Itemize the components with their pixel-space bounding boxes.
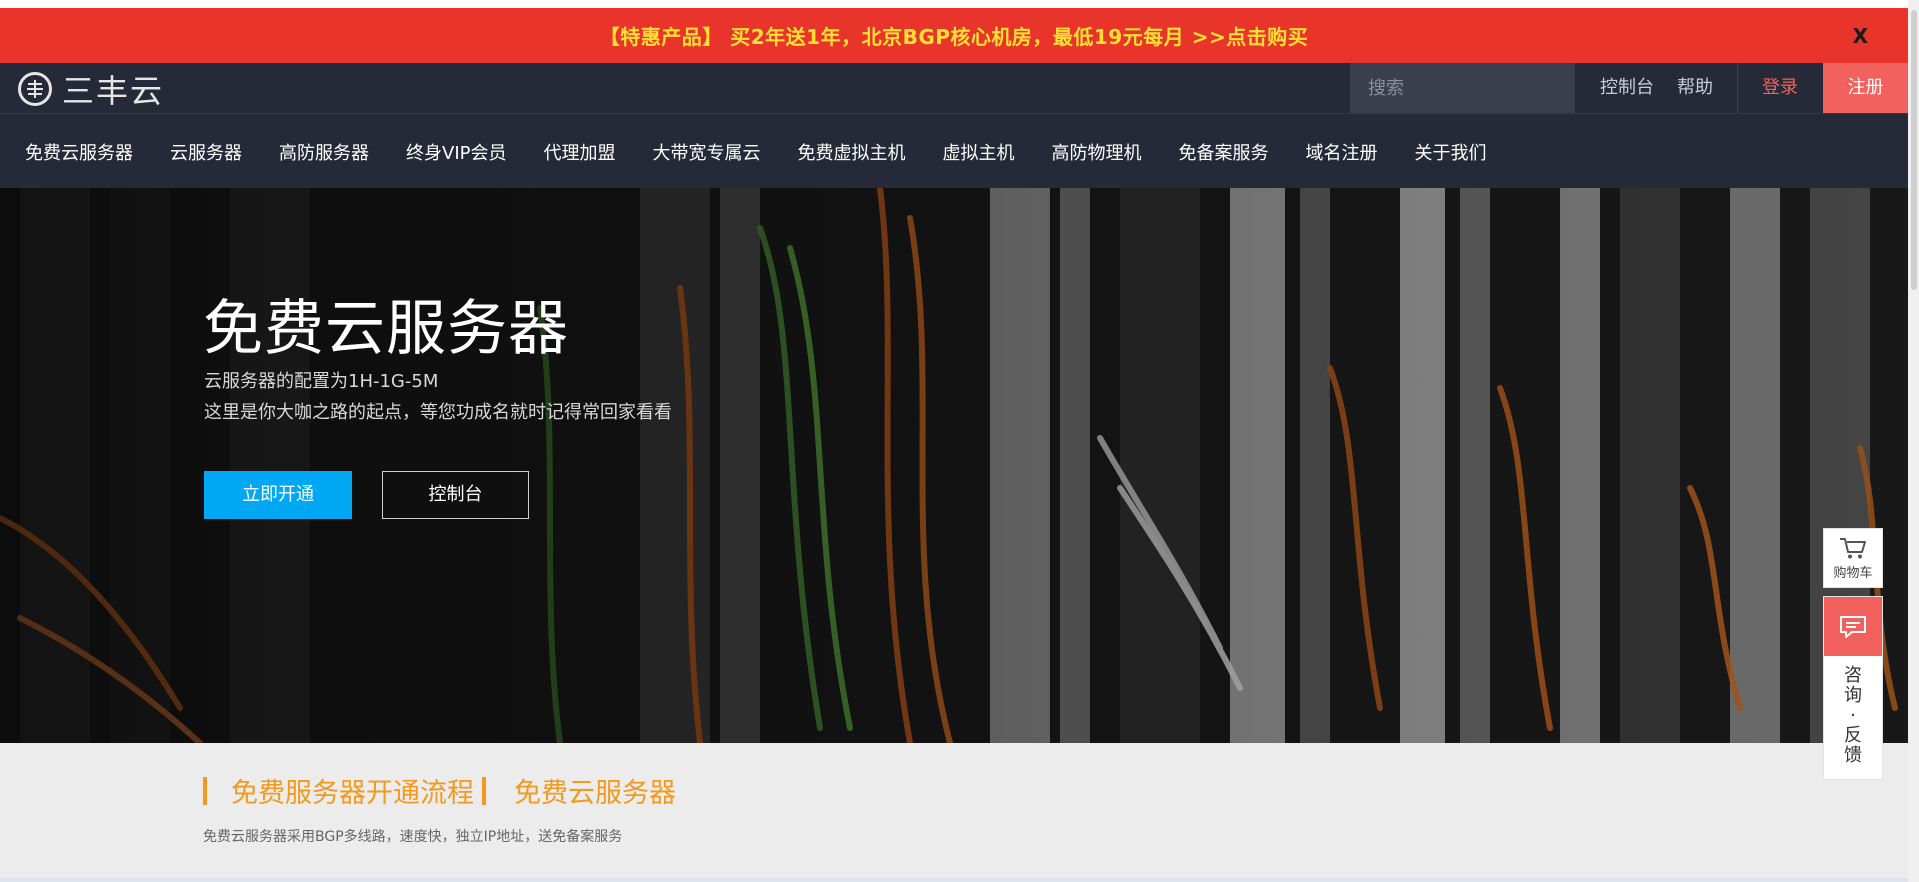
- nav-item-vhost[interactable]: 虚拟主机: [942, 139, 1014, 165]
- hero-title: 免费云服务器: [203, 294, 569, 364]
- section-title-2: 免费云服务器: [514, 778, 676, 809]
- nav-item-domain[interactable]: 域名注册: [1305, 139, 1377, 165]
- nav-item-bandwidth-cloud[interactable]: 大带宽专属云: [652, 139, 760, 165]
- consult-char: 馈: [1844, 745, 1862, 766]
- bottom-edge: [0, 878, 1908, 882]
- top-strip: [0, 0, 1919, 8]
- float-consult-button[interactable]: 咨 询 · 反 馈: [1823, 596, 1883, 780]
- section-description: 免费云服务器采用BGP多线路，速度快，独立IP地址，送免备案服务: [203, 829, 623, 845]
- activate-now-button[interactable]: 立即开通: [204, 471, 352, 519]
- chat-icon: [1840, 615, 1866, 638]
- nav-list: 免费云服务器 云服务器 高防服务器 终身VIP会员 代理加盟 大带宽专属云 免费…: [0, 114, 1908, 189]
- consult-char: 咨: [1844, 665, 1862, 686]
- nav-item-ddos-physical[interactable]: 高防物理机: [1051, 139, 1141, 165]
- promo-close-button[interactable]: X: [1853, 24, 1868, 48]
- logo-text: 三丰云: [62, 72, 165, 110]
- scrollbar-thumb[interactable]: [1911, 10, 1917, 290]
- hero-subtitle-2: 这里是你大咖之路的起点，等您功成名就时记得常回家看看: [204, 402, 672, 423]
- promo-banner[interactable]: 【特惠产品】 买2年送1年，北京BGP核心机房，最低19元每月 >>点击购买 X: [0, 8, 1908, 63]
- hero-console-button[interactable]: 控制台: [382, 471, 529, 519]
- section-title-row: 免费服务器开通流程 免费云服务器: [203, 771, 676, 810]
- nav-item-about[interactable]: 关于我们: [1414, 139, 1486, 165]
- header-help-link[interactable]: 帮助: [1677, 63, 1713, 113]
- promo-text[interactable]: 【特惠产品】 买2年送1年，北京BGP核心机房，最低19元每月 >>点击购买: [600, 21, 1308, 50]
- process-section: 免费服务器开通流程 免费云服务器 免费云服务器采用BGP多线路，速度快，独立IP…: [0, 743, 1908, 882]
- nav-item-no-icp[interactable]: 免备案服务: [1178, 139, 1268, 165]
- hero-banner: 免费云服务器 云服务器的配置为1H-1G-5M 这里是你大咖之路的起点，等您功成…: [0, 188, 1908, 743]
- logo-mark-glyph: [27, 80, 43, 98]
- nav-item-free-cloud-server[interactable]: 免费云服务器: [25, 139, 133, 165]
- page: 【特惠产品】 买2年送1年，北京BGP核心机房，最低19元每月 >>点击购买 X…: [0, 0, 1919, 882]
- nav-item-ddos-server[interactable]: 高防服务器: [279, 139, 369, 165]
- consult-char: 询: [1844, 685, 1862, 706]
- login-link[interactable]: 登录: [1762, 63, 1798, 113]
- nav-item-cloud-server[interactable]: 云服务器: [170, 139, 242, 165]
- float-cart-button[interactable]: 购物车: [1823, 528, 1883, 588]
- cart-label: 购物车: [1833, 565, 1873, 581]
- section-title-bar: [203, 776, 207, 805]
- header: 三丰云 控制台 帮助 登录 注册: [0, 63, 1908, 113]
- consult-char: ·: [1850, 705, 1856, 726]
- consult-char: 反: [1844, 725, 1862, 746]
- nav-item-free-vhost[interactable]: 免费虚拟主机: [797, 139, 905, 165]
- register-button[interactable]: 注册: [1823, 63, 1908, 113]
- consult-label: 咨 询 · 反 馈: [1824, 656, 1882, 766]
- section-title: 免费服务器开通流程: [231, 778, 474, 809]
- nav-item-agent[interactable]: 代理加盟: [543, 139, 615, 165]
- main-nav: 免费云服务器 云服务器 高防服务器 终身VIP会员 代理加盟 大带宽专属云 免费…: [0, 113, 1908, 188]
- logo-icon: [18, 72, 52, 106]
- consult-icon-area: [1824, 597, 1882, 656]
- header-console-link[interactable]: 控制台: [1600, 63, 1654, 113]
- logo[interactable]: 三丰云: [18, 71, 164, 110]
- search-input[interactable]: [1368, 77, 1593, 99]
- nav-item-lifetime-vip[interactable]: 终身VIP会员: [406, 139, 506, 165]
- section-title-bar-2: [482, 776, 486, 805]
- cart-icon: [1840, 537, 1866, 558]
- header-divider: [1737, 63, 1738, 113]
- search-box[interactable]: [1350, 63, 1593, 113]
- hero-subtitle-1: 云服务器的配置为1H-1G-5M: [204, 371, 439, 392]
- hero-background-image: [0, 188, 1908, 743]
